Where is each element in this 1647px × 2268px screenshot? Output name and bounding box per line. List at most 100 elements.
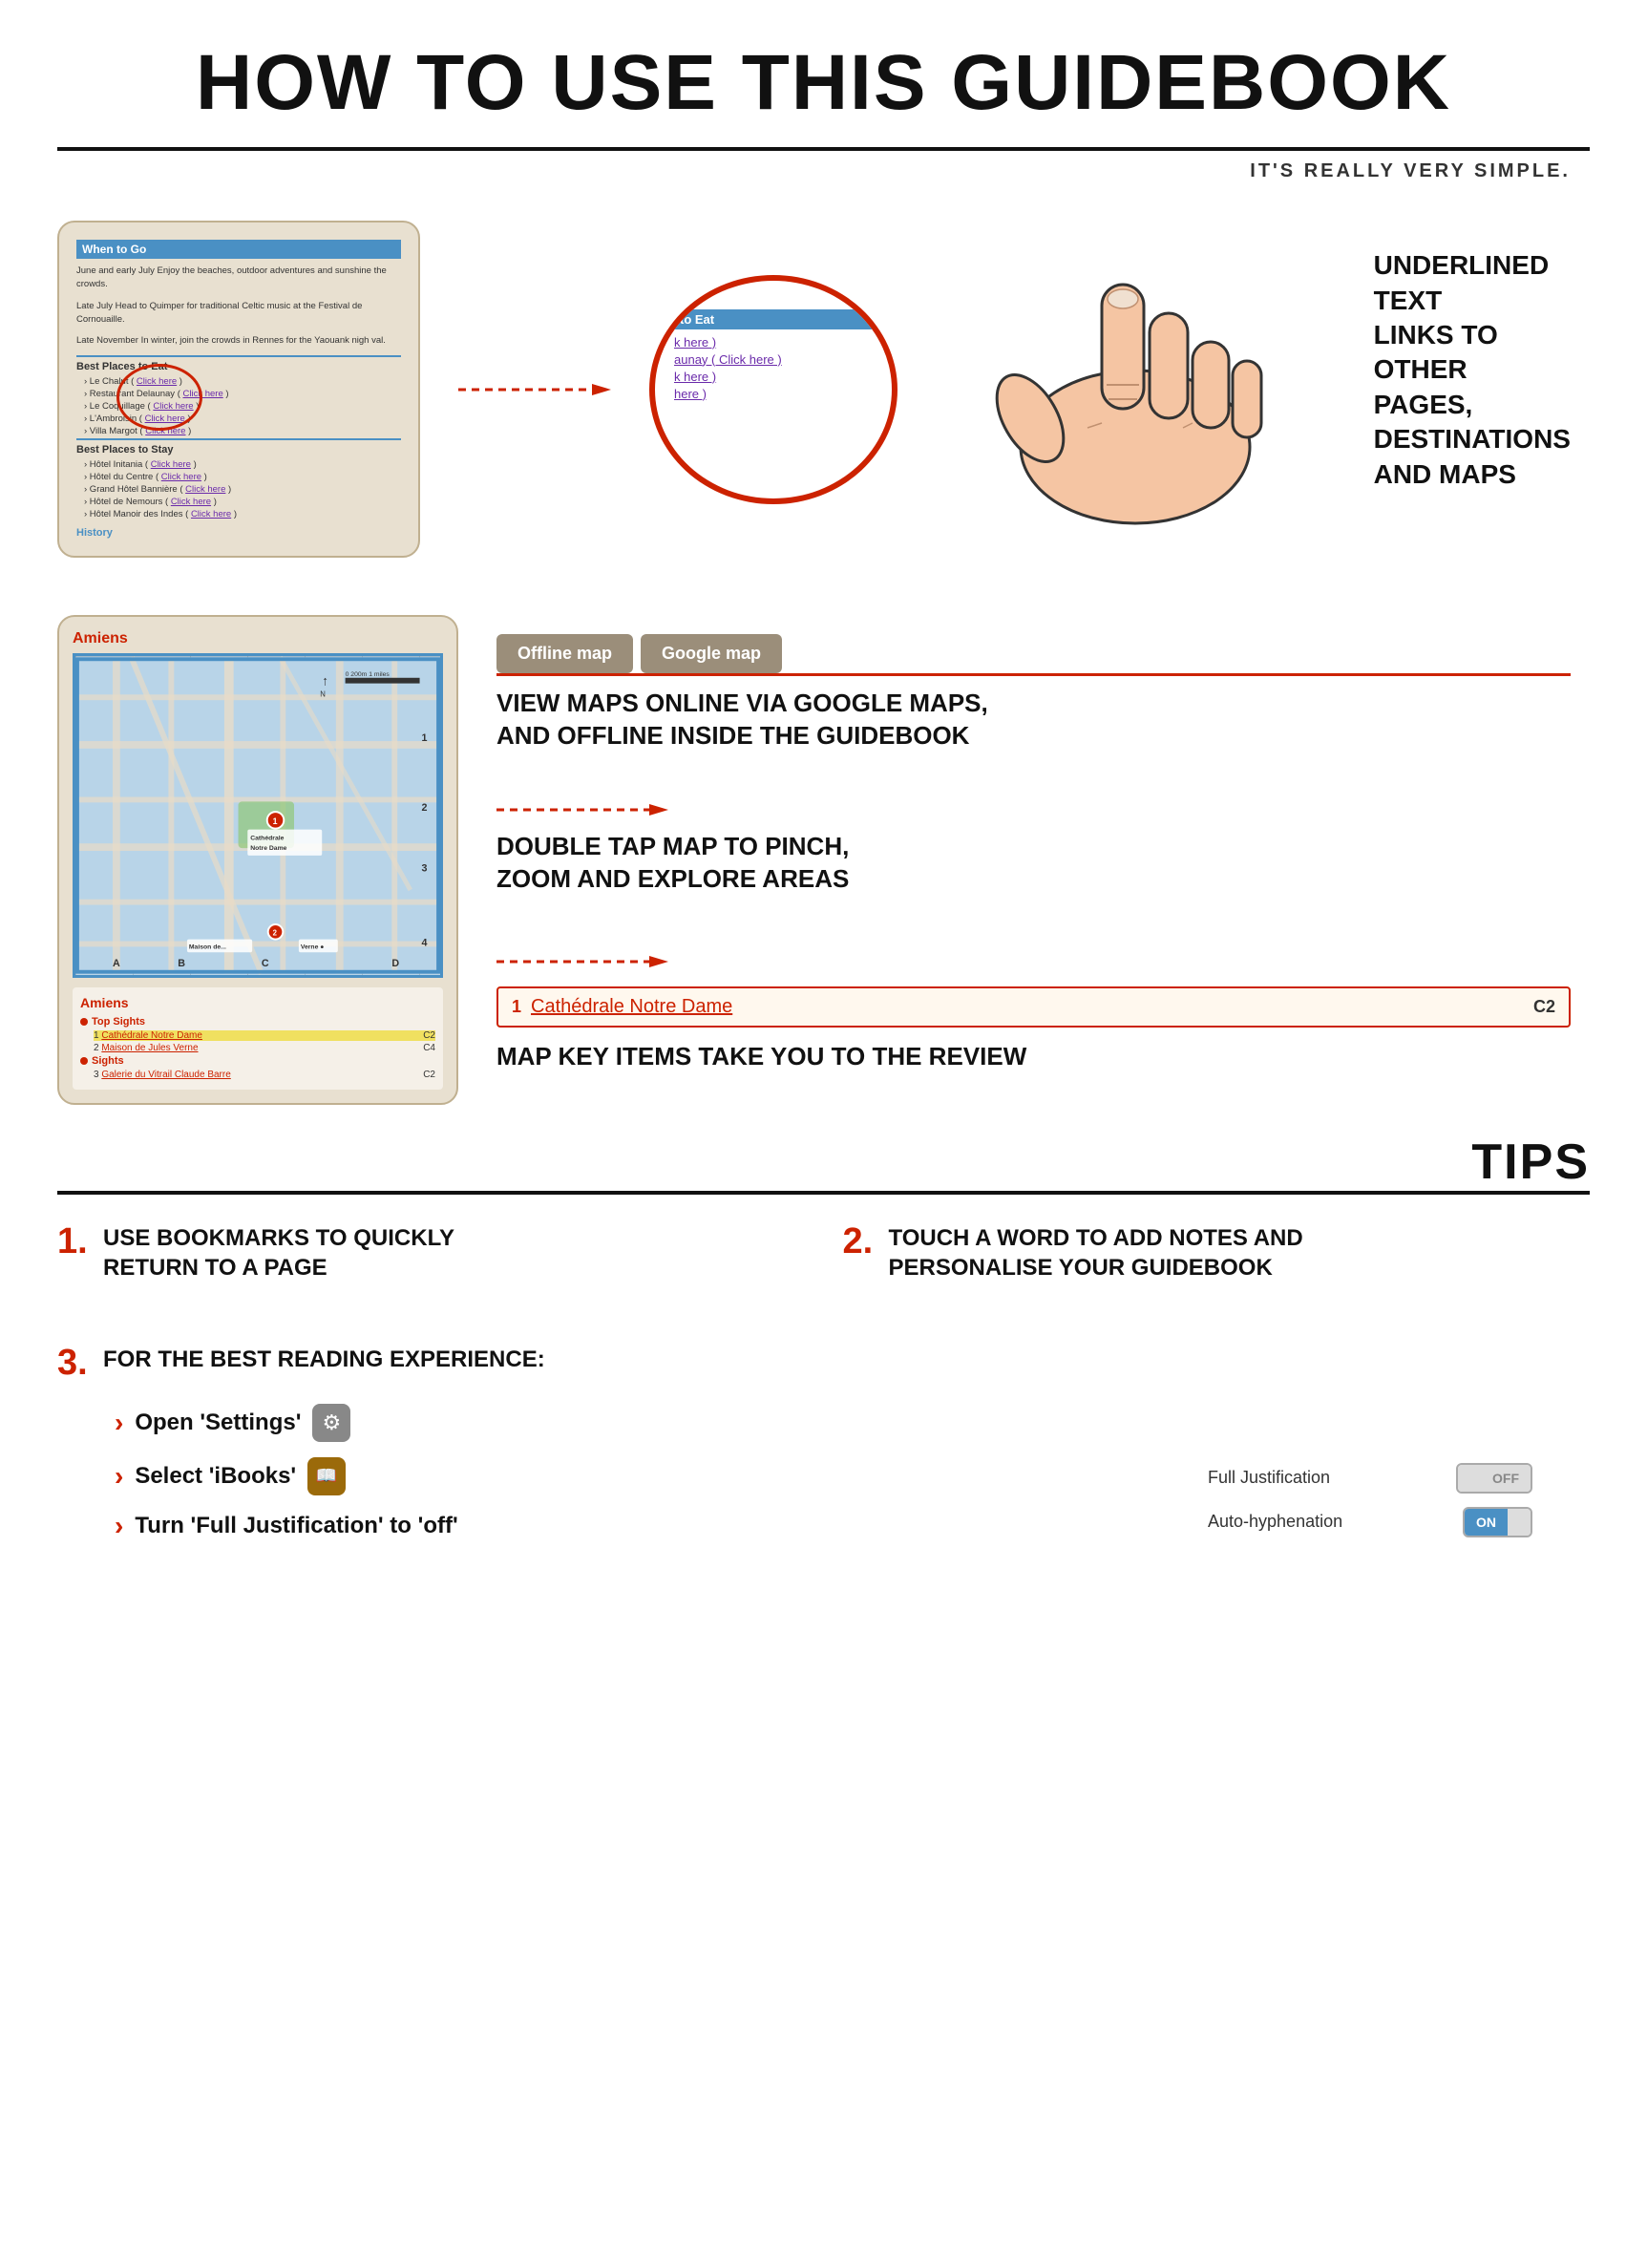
tips-col-2: 2. TOUCH A WORD TO ADD NOTES ANDPERSONAL… <box>843 1223 1572 1305</box>
tips-col-1: 1. USE BOOKMARKS TO QUICKLYRETURN TO A P… <box>57 1223 786 1305</box>
map-key-callout-area: 1 Cathédrale Notre Dame C2 MAP KEY ITEMS… <box>496 952 1571 1073</box>
google-map-button[interactable]: Google map <box>641 634 782 673</box>
stay-link-5[interactable]: Click here <box>191 509 231 519</box>
svg-text:D: D <box>391 958 399 969</box>
map-right: Offline map Google map VIEW MAPS ONLINE … <box>496 615 1571 1073</box>
stay-item-3: › Grand Hôtel Bannière ( Click here ) <box>84 484 401 495</box>
double-tap-arrow-row <box>496 800 1571 819</box>
svg-text:4: 4 <box>422 938 428 949</box>
page-header: HOW TO USE THIS GUIDEBOOK <box>0 0 1647 138</box>
mock-when-body2: Late July Head to Quimper for traditiona… <box>76 300 401 328</box>
map-key-item-2[interactable]: 2 Maison de Jules Verne C4 <box>94 1043 435 1053</box>
tip3-text-3: Turn 'Full Justification' to 'off' <box>135 1513 457 1539</box>
section1-links: When to Go June and early July Enjoy the… <box>0 182 1647 596</box>
explanation-text: UNDERLINED TEXTLINKS TO OTHER PAGES,DEST… <box>1374 248 1571 492</box>
tip-3-number: 3. <box>57 1345 92 1381</box>
tip-1-text: USE BOOKMARKS TO QUICKLYRETURN TO A PAGE <box>103 1223 454 1282</box>
zoom-link-1[interactable]: k here ) <box>674 335 873 350</box>
callout-num: 1 <box>512 997 521 1017</box>
map-image-container[interactable]: A B C D 1 2 3 4 <box>73 653 443 978</box>
history-link[interactable]: History <box>76 527 401 539</box>
svg-text:↑: ↑ <box>322 674 328 689</box>
eat-item-4: › L'Ambroisin ( Click here ) <box>84 413 401 424</box>
callout-arrow-row <box>496 952 1571 971</box>
arrow-connector-1 <box>458 380 611 399</box>
eat-link-1[interactable]: Click here <box>137 376 177 387</box>
zoom-panel-container: to Eat k here ) aunay ( Click here ) k h… <box>649 275 897 504</box>
tip-2: 2. TOUCH A WORD TO ADD NOTES ANDPERSONAL… <box>843 1223 1572 1282</box>
hand-svg <box>954 237 1317 542</box>
tip-1: 1. USE BOOKMARKS TO QUICKLYRETURN TO A P… <box>57 1223 786 1282</box>
item-2-num: 2 Maison de Jules Verne <box>94 1043 199 1053</box>
map-city-name: Amiens <box>73 630 443 647</box>
callout-coord: C2 <box>1533 997 1555 1017</box>
zoom-link-4[interactable]: here ) <box>674 387 873 401</box>
link-explanation: UNDERLINED TEXTLINKS TO OTHER PAGES,DEST… <box>1374 248 1571 530</box>
toggle-off-state-1[interactable]: OFF <box>1481 1465 1531 1492</box>
toggle-label-2: Auto-hyphenation <box>1208 1512 1342 1532</box>
tip-2-number: 2. <box>843 1223 877 1282</box>
eat-item-5: › Villa Margot ( Click here ) <box>84 426 401 436</box>
eat-link-3[interactable]: Click here <box>153 401 193 412</box>
stay-link-2[interactable]: Click here <box>161 472 201 482</box>
map-key-section: Amiens Top Sights 1 Cathédrale Notre Dam… <box>73 987 443 1090</box>
tips-header-row: TIPS <box>57 1134 1590 1191</box>
offline-map-button[interactable]: Offline map <box>496 634 633 673</box>
callout-name[interactable]: Cathédrale Notre Dame <box>531 996 1524 1018</box>
toggle-on-state-2[interactable]: ON <box>1465 1509 1508 1536</box>
svg-text:Maison de...: Maison de... <box>189 944 226 951</box>
svg-text:Cathédrale: Cathédrale <box>250 836 284 842</box>
tip-3: 3. FOR THE BEST READING EXPERIENCE: <box>57 1345 1112 1381</box>
tip-1-number: 1. <box>57 1223 92 1282</box>
top-sights-label: Top Sights <box>92 1016 145 1028</box>
tips-bottom: 3. FOR THE BEST READING EXPERIENCE: › Op… <box>0 1335 1647 1595</box>
tip3-bullet-1: › Open 'Settings' ⚙ <box>115 1404 1112 1442</box>
zoom-link-2[interactable]: aunay ( Click here ) <box>674 352 873 367</box>
sights-label: Sights <box>92 1055 124 1067</box>
svg-text:1: 1 <box>422 732 428 744</box>
verne-link[interactable]: Maison de Jules Verne <box>101 1043 198 1053</box>
toggle-switch-2[interactable]: ON <box>1463 1507 1532 1537</box>
stay-item-1: › Hôtel Initania ( Click here ) <box>84 459 401 470</box>
toggle-off-label-1 <box>1458 1465 1481 1492</box>
cathedral-link[interactable]: Cathédrale Notre Dame <box>101 1030 202 1041</box>
item-3-num: 3 Galerie du Vitrail Claude Barre <box>94 1070 231 1080</box>
tip-2-text: TOUCH A WORD TO ADD NOTES ANDPERSONALISE… <box>889 1223 1303 1282</box>
eat-item-3: › Le Coquillage ( Click here ) <box>84 401 401 412</box>
stay-link-4[interactable]: Click here <box>171 497 211 507</box>
double-tap-description: DOUBLE TAP MAP TO PINCH,ZOOM AND EXPLORE… <box>496 831 1571 896</box>
svg-text:Notre Dame: Notre Dame <box>250 845 286 852</box>
ibooks-icon: 📖 <box>307 1457 346 1495</box>
map-key-item-1[interactable]: 1 Cathédrale Notre Dame C2 <box>94 1030 435 1041</box>
svg-text:2: 2 <box>273 929 278 938</box>
stay-link-3[interactable]: Click here <box>185 484 225 495</box>
chevron-icon-2: › <box>115 1461 123 1492</box>
tips-label: TIPS <box>1471 1134 1590 1191</box>
settings-icon: ⚙ <box>312 1404 350 1442</box>
mock-eat-header: Best Places to Eat <box>76 355 401 372</box>
stay-item-4: › Hôtel de Nemours ( Click here ) <box>84 497 401 507</box>
map-key-item-3[interactable]: 3 Galerie du Vitrail Claude Barre C2 <box>94 1070 435 1080</box>
map-mockup: Amiens A B C D 1 2 3 4 <box>57 615 458 1105</box>
vitrail-link[interactable]: Galerie du Vitrail Claude Barre <box>101 1070 230 1080</box>
eat-item-2: › Restaurant Delaunay ( Click here ) <box>84 389 401 399</box>
item-2-coord: C4 <box>423 1043 435 1053</box>
tip3-text-2: Select 'iBooks' <box>135 1463 296 1490</box>
zoom-link-3[interactable]: k here ) <box>674 370 873 384</box>
svg-text:Verne ●: Verne ● <box>301 944 325 951</box>
eat-link-4[interactable]: Click here <box>145 413 185 424</box>
review-description: MAP KEY ITEMS TAKE YOU TO THE REVIEW <box>496 1041 1571 1073</box>
stay-item-2: › Hôtel du Centre ( Click here ) <box>84 472 401 482</box>
tip-3-right: Full Justification OFF Auto-hyphenation … <box>1170 1345 1571 1557</box>
svg-text:0 200m 1 miles: 0 200m 1 miles <box>346 671 391 678</box>
eat-link-5[interactable]: Click here <box>145 426 185 436</box>
map-buttons-row: Offline map Google map <box>496 634 1571 673</box>
sights-dot <box>80 1057 88 1065</box>
tip-3-left: 3. FOR THE BEST READING EXPERIENCE: › Op… <box>57 1345 1112 1557</box>
eat-link-2[interactable]: Click here <box>183 389 223 399</box>
mock-when-header: When to Go <box>76 240 401 259</box>
map-key-callout[interactable]: 1 Cathédrale Notre Dame C2 <box>496 986 1571 1028</box>
stay-link-1[interactable]: Click here <box>151 459 191 470</box>
eat-item-1: › Le Chalut ( Click here ) <box>84 376 401 387</box>
toggle-switch-1[interactable]: OFF <box>1456 1463 1532 1494</box>
